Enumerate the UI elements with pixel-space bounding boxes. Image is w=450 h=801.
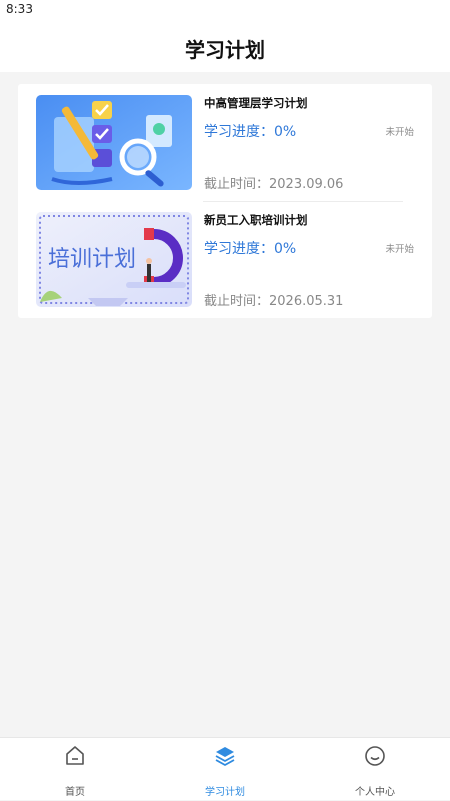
- tab-label: 个人中心: [355, 787, 395, 798]
- plan-deadline: 截止时间：2026.05.31: [204, 294, 344, 309]
- thumbnail-title: 培训计划: [48, 247, 136, 272]
- plan-item-management[interactable]: 中高管理层学习计划 学习进度：0% 未开始 截止时间：2023.09.06: [18, 84, 432, 201]
- tab-profile[interactable]: 个人中心: [300, 738, 450, 801]
- tab-label: 首页: [65, 787, 85, 798]
- plan-thumbnail: 培训计划: [36, 212, 192, 307]
- tab-label: 学习计划: [205, 787, 245, 798]
- plan-status-badge: 未开始: [385, 127, 414, 138]
- plan-thumbnail: [36, 95, 192, 190]
- bottom-tab-bar: 首页 学习计划 个人中心: [0, 737, 450, 800]
- home-icon: [66, 746, 84, 765]
- status-time: 8:33: [6, 2, 33, 16]
- plan-name: 新员工入职培训计划: [204, 213, 308, 227]
- tab-home[interactable]: 首页: [0, 738, 150, 801]
- plan-status-badge: 未开始: [385, 244, 414, 255]
- checklist-magnifier-illustration: [36, 95, 192, 190]
- plan-progress: 学习进度：0%: [204, 124, 297, 140]
- plan-progress: 学习进度：0%: [204, 241, 297, 257]
- plan-name: 中高管理层学习计划: [204, 96, 308, 110]
- smile-icon: [365, 746, 385, 766]
- layers-icon: [215, 747, 235, 766]
- page-title: 学习计划: [185, 38, 265, 62]
- magnet-training-illustration: 培训计划: [36, 212, 192, 307]
- tab-study-plan[interactable]: 学习计划: [150, 738, 300, 801]
- plan-deadline: 截止时间：2023.09.06: [204, 177, 344, 192]
- header: 学习计划: [0, 20, 450, 72]
- plan-list: 中高管理层学习计划 学习进度：0% 未开始 截止时间：2023.09.06 培训…: [18, 84, 432, 318]
- status-bar: 8:33: [0, 0, 450, 20]
- plan-item-onboarding[interactable]: 培训计划 新员工入职培训计划 学习进度：0% 未开始 截止时间：2026.05.…: [18, 201, 432, 318]
